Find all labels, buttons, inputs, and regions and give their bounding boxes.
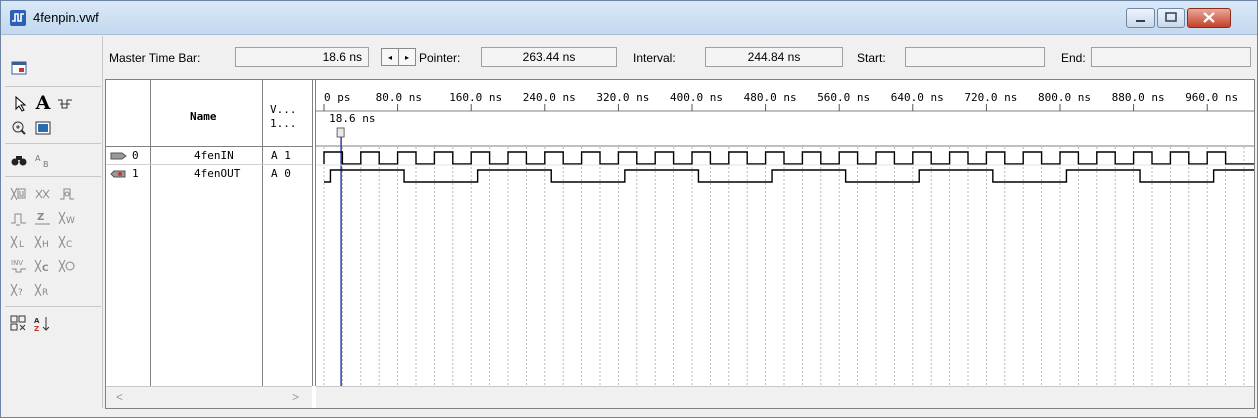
name-scrollbar[interactable]: < > (106, 386, 312, 408)
time-tick-label: 240.0 ns (523, 91, 576, 104)
unknown-icon[interactable] (9, 184, 29, 204)
time-tick-label: 960.0 ns (1185, 91, 1238, 104)
signal-value: A 0 (271, 167, 291, 180)
svg-text:A: A (35, 154, 41, 163)
time-tick-label: 560.0 ns (817, 91, 870, 104)
svg-text:C: C (66, 240, 72, 250)
waveform-display[interactable]: 0 ps 80.0 ns 160.0 ns 240.0 ns 320.0 ns 400.0… (316, 80, 1254, 386)
signal-row-0[interactable]: 0 4fenIN A 1 (106, 147, 312, 164)
pointer-field: 263.44 ns (481, 47, 617, 67)
clock-icon[interactable]: C (57, 232, 77, 252)
random-value-icon[interactable]: R (33, 280, 53, 300)
time-tick-label: 880.0 ns (1112, 91, 1165, 104)
master-time-bar-field[interactable]: 18.6 ns (235, 47, 369, 67)
master-time-bar-label: Master Time Bar: (109, 51, 201, 65)
time-marker-label: 18.6 ns (329, 112, 375, 125)
end-label: End: (1061, 51, 1086, 65)
time-tick-label: 0 ps (324, 91, 351, 104)
prev-edge-button[interactable]: ◂ (381, 48, 399, 66)
time-tick-label: 400.0 ns (670, 91, 723, 104)
svg-text:B: B (43, 160, 49, 168)
pointer-label: Pointer: (419, 51, 461, 65)
value-column-header-sub: 1... (270, 117, 297, 130)
time-tick-label: 80.0 ns (376, 91, 422, 104)
pointer-icon[interactable] (11, 94, 31, 114)
tool-palette: A AB Z W L H C INV C ? R A Z (3, 36, 103, 408)
svg-text:Z: Z (34, 325, 39, 333)
input-waveform (323, 151, 1254, 165)
output-waveform (324, 169, 1254, 183)
window-icon[interactable] (9, 58, 29, 78)
weak-low-icon[interactable]: W (57, 208, 77, 228)
svg-text:INV: INV (11, 259, 23, 267)
svg-text:H: H (42, 240, 49, 250)
zoom-icon[interactable] (9, 118, 29, 138)
interval-field: 244.84 ns (705, 47, 843, 67)
app-icon (10, 10, 26, 26)
svg-text:?: ? (18, 288, 23, 298)
low-icon[interactable] (9, 208, 29, 228)
find-icon[interactable] (9, 150, 29, 170)
replace-icon[interactable]: AB (33, 150, 53, 170)
signal-value: A 1 (271, 149, 291, 162)
start-label: Start: (857, 51, 886, 65)
unknown-value-icon[interactable]: ? (9, 280, 29, 300)
signal-row-1[interactable]: 1 4fenOUT A 0 (106, 165, 312, 182)
window-title: 4fenpin.vwf (33, 10, 99, 25)
count-icon[interactable]: H (33, 232, 53, 252)
time-bar-handle (336, 127, 345, 138)
time-tick-label: 160.0 ns (449, 91, 502, 104)
sort-icon[interactable]: AZ (33, 314, 53, 334)
arbitrary-icon[interactable] (57, 256, 77, 276)
forcing-icon[interactable] (33, 184, 53, 204)
time-info-bar: Master Time Bar: 18.6 ns ◂ ▸ Pointer: 26… (105, 45, 1255, 71)
signal-name: 4fenIN (194, 149, 234, 162)
value-column-header[interactable]: V... (270, 103, 297, 116)
waveform-edit-icon[interactable] (55, 94, 75, 114)
high-z-icon[interactable]: Z (33, 208, 53, 228)
fullscreen-icon[interactable] (33, 118, 53, 138)
start-field[interactable] (905, 47, 1045, 67)
interval-label: Interval: (633, 51, 676, 65)
maximize-button[interactable] (1157, 8, 1185, 28)
end-field[interactable] (1091, 47, 1251, 67)
random-icon[interactable]: C (33, 256, 53, 276)
signal-index: 0 (132, 149, 139, 162)
value-icon[interactable]: INV (9, 256, 29, 276)
svg-text:L: L (19, 240, 24, 250)
signal-index: 1 (132, 167, 139, 180)
output-pin-icon (110, 170, 126, 178)
scroll-right-icon[interactable]: > (292, 390, 299, 404)
title-bar: 4fenpin.vwf (1, 1, 1257, 35)
svg-text:A: A (34, 317, 40, 325)
weak-icon[interactable] (57, 184, 77, 204)
waveform-editor-window: 4fenpin.vwf A A B Z W L H C INV C ? R A … (0, 0, 1258, 418)
invert-icon[interactable]: L (9, 232, 29, 252)
name-column-header[interactable]: Name (190, 110, 217, 123)
time-tick-label: 800.0 ns (1038, 91, 1091, 104)
svg-text:R: R (42, 288, 48, 298)
text-icon[interactable]: A (33, 92, 53, 114)
svg-text:C: C (42, 264, 49, 274)
waveform-grid: Name V... 1... 0 4fenIN A 1 1 4fenOUT A … (105, 79, 1255, 409)
scroll-left-icon[interactable]: < (116, 390, 123, 404)
time-tick-label: 320.0 ns (596, 91, 649, 104)
minimize-button[interactable] (1126, 8, 1155, 28)
svg-text:Z: Z (37, 212, 44, 223)
time-tick-label: 720.0 ns (964, 91, 1017, 104)
grid-icon[interactable] (9, 314, 29, 334)
svg-text:W: W (66, 216, 75, 226)
waveform-scrollbar[interactable] (316, 386, 1254, 408)
time-tick-label: 480.0 ns (744, 91, 797, 104)
close-button[interactable] (1187, 8, 1231, 28)
input-pin-icon (110, 152, 127, 160)
signal-name: 4fenOUT (194, 167, 241, 180)
time-tick-label: 640.0 ns (891, 91, 944, 104)
next-edge-button[interactable]: ▸ (398, 48, 416, 66)
